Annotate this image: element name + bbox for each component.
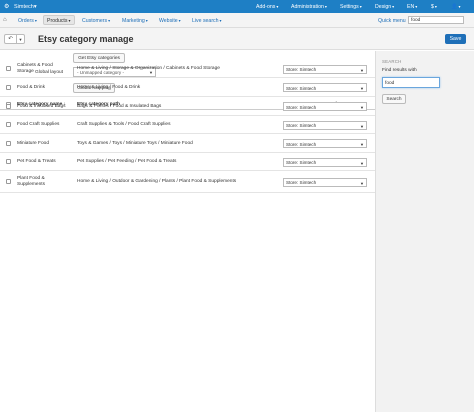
table-row: Food & Drink Home & Living / Food & Drink… [0,78,375,97]
cart-category-value: Store: Simtech [286,180,317,185]
dropdown-arrow-icon: ▼ [360,86,364,91]
cart-category-select[interactable]: Store: Simtech ▼ [283,120,367,130]
page-title: Etsy category manage [38,34,134,44]
search-sidebar: SEARCH Find results with food Search [375,51,474,412]
menu-administration[interactable]: Administration▾ [291,4,327,10]
row-checkbox[interactable] [6,66,11,71]
menu-user[interactable]: 👤▾ [451,4,460,10]
cart-category-value: Store: Simtech [286,67,317,72]
back-arrow-icon: ↶ [8,36,13,42]
gear-icon[interactable]: ⚙ [4,3,9,10]
etsy-category-path: Home & Living / Outdoor & Gardening / Pl… [77,179,237,184]
nav-marketing[interactable]: Marketing▾ [118,15,152,25]
quick-menu[interactable]: Quick menu [378,18,406,24]
home-icon[interactable]: ⌂ [3,17,7,23]
back-button-group: ↶ ▼ [4,34,25,44]
title-bar: ↶ ▼ Etsy category manage Save [0,28,474,50]
row-checkbox[interactable] [6,159,11,164]
table-row: Pet Food & Treats Pet Supplies / Pet Feed… [0,153,375,171]
table-row: Miniature Food Toys & Games / Toys / Mini… [0,134,375,153]
etsy-category-path: Pet Supplies / Pet Feeding / Pet Food & … [77,159,177,164]
etsy-category-path: Bags & Purses / Food & Insulated Bags [77,103,162,109]
etsy-category-name: Pet Food & Treats [17,159,56,164]
cart-category-select[interactable]: Store: Simtech ▼ [283,83,367,92]
cart-category-select[interactable]: Store: Simtech ▼ [283,64,367,74]
etsy-category-path: Home & Living / Food & Drink [77,84,141,90]
dropdown-arrow-icon: ▼ [360,123,364,129]
menu-settings[interactable]: Settings▾ [340,4,362,10]
search-button[interactable]: Search [382,94,406,104]
table-row: Food & Insulated Bags Bags & Purses / Foo… [0,97,375,116]
top-bar: ⚙ Simtech▾ Add-ons▾ Administration▾ Sett… [0,0,474,13]
table-row: Plant Food & Supplements Home & Living / … [0,171,375,193]
row-checkbox[interactable] [6,103,11,109]
etsy-category-path: Toys & Games / Toys / Miniature Toys / M… [77,140,193,146]
cart-category-value: Store: Simtech [286,160,317,165]
etsy-category-name: Food & Insulated Bags [17,103,66,109]
cart-category-select[interactable]: Store: Simtech ▼ [283,139,367,148]
nav-website[interactable]: Website▾ [155,15,185,25]
find-results-label: Find results with [382,68,417,73]
dropdown-arrow-icon: ▼ [360,105,364,110]
dropdown-arrow-icon: ▼ [360,142,364,147]
dropdown-arrow-icon: ▼ [360,160,364,166]
store-switcher[interactable]: Simtech▾ [14,4,37,10]
row-checkbox[interactable] [6,84,11,90]
header-search-input[interactable]: food [408,16,464,24]
menu-addons[interactable]: Add-ons▾ [256,4,278,10]
table-row: Food Craft Supplies Craft Supplies & Tool… [0,116,375,134]
back-dropdown-button[interactable]: ▼ [17,34,25,44]
sidebar-search-input[interactable]: food [382,77,440,88]
main-content: Get Etsy categories Global layout - Unma… [0,51,375,412]
user-icon: 👤 [451,3,458,10]
nav-live-search[interactable]: Live search▾ [188,15,226,25]
etsy-category-name: Food Craft Supplies [17,122,60,127]
store-name: Simtech [14,3,34,10]
nav-orders[interactable]: Orders▾ [14,15,41,25]
cart-category-select[interactable]: Store: Simtech ▼ [283,157,367,167]
cart-category-value: Store: Simtech [286,141,317,147]
cart-category-value: Store: Simtech [286,123,317,128]
cart-category-select[interactable]: Store: Simtech ▼ [283,102,367,111]
dropdown-arrow-icon: ▼ [360,67,364,73]
back-button[interactable]: ↶ [4,34,17,44]
cart-category-value: Store: Simtech [286,85,317,91]
menu-design[interactable]: Design▾ [375,4,394,10]
nav-products[interactable]: Products▾ [43,15,75,25]
menu-language[interactable]: EN▾ [407,4,417,10]
nav-customers[interactable]: Customers▾ [78,15,114,25]
save-button[interactable]: Save [445,34,466,44]
chevron-down-icon: ▼ [18,36,23,42]
etsy-category-name: Food & Drink [17,84,45,90]
cart-category-select[interactable]: Store: Simtech ▼ [283,177,367,187]
row-checkbox[interactable] [6,122,11,127]
main-nav: ⌂ Orders▾ Products▾ Customers▾ Marketing… [0,13,474,28]
etsy-category-name: Plant Food & Supplements [17,176,45,187]
etsy-category-name: Cabinets & Food Storage [17,63,53,74]
menu-currency[interactable]: $▾ [431,4,437,10]
row-checkbox[interactable] [6,179,11,184]
cart-category-value: Store: Simtech [286,104,317,110]
etsy-category-name: Miniature Food [17,140,49,146]
sidebar-title: SEARCH [382,59,402,64]
row-checkbox[interactable] [6,140,11,146]
etsy-category-path: Home & Living / Storage & Organization /… [77,66,220,71]
table-row: Cabinets & Food Storage Home & Living / S… [0,60,375,78]
etsy-category-path: Craft Supplies & Tools / Food Craft Supp… [77,122,171,127]
dropdown-arrow-icon: ▼ [360,180,364,186]
